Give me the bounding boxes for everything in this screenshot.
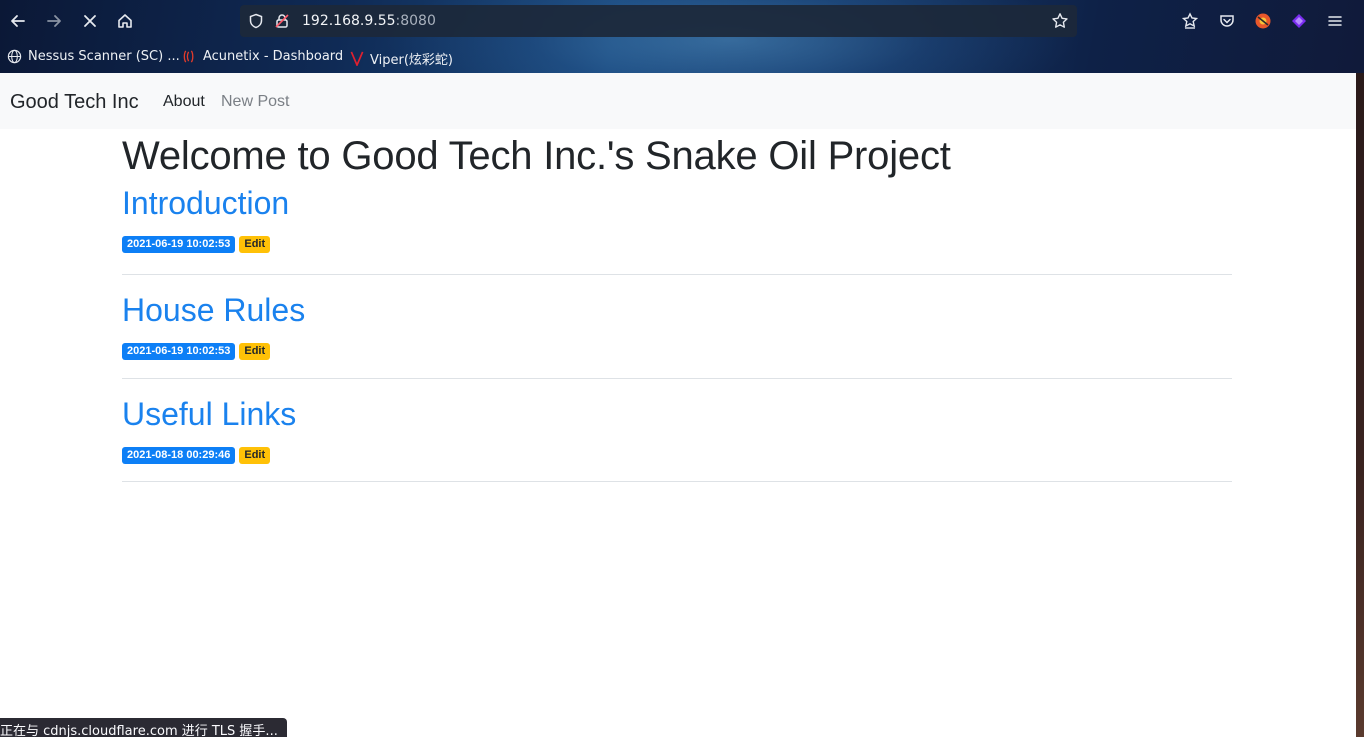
date-badge: 2021-08-18 00:29:46 xyxy=(122,447,236,464)
bookmark-label: Viper(炫彩蛇) xyxy=(370,53,453,68)
menu-icon[interactable] xyxy=(1324,10,1346,32)
bookmark-label: Acunetix - Dashboard xyxy=(203,49,344,64)
edit-badge[interactable]: Edit xyxy=(239,447,271,464)
post-item: Introduction 2021-06-19 10:02:53 Edit xyxy=(122,180,1232,275)
navbar-brand[interactable]: Good Tech Inc xyxy=(10,91,139,114)
post-badges: 2021-06-19 10:02:53 Edit xyxy=(122,343,271,360)
stop-icon[interactable] xyxy=(77,8,103,34)
back-icon[interactable] xyxy=(5,8,31,34)
extension-orange-icon[interactable] xyxy=(1252,10,1274,32)
bookmarks-bar: Nessus Scanner (SC) ... Acunetix - Dashb… xyxy=(0,44,1364,70)
post-title-link[interactable]: Useful Links xyxy=(122,395,296,433)
bookmark-viper[interactable]: Viper(炫彩蛇) xyxy=(350,49,453,68)
nav-link-new-post[interactable]: New Post xyxy=(221,93,289,111)
bookmark-nessus[interactable]: Nessus Scanner (SC) ... xyxy=(7,49,180,64)
extensions-icon[interactable] xyxy=(1179,10,1201,32)
viper-icon xyxy=(350,51,364,66)
edit-badge[interactable]: Edit xyxy=(239,343,271,360)
nav-link-about[interactable]: About xyxy=(163,93,205,111)
main-content: Welcome to Good Tech Inc.'s Snake Oil Pr… xyxy=(122,129,1232,482)
window-edge xyxy=(1356,73,1364,737)
date-badge: 2021-06-19 10:02:53 xyxy=(122,236,236,253)
post-badges: 2021-06-19 10:02:53 Edit xyxy=(122,236,271,253)
post-item: Useful Links 2021-08-18 00:29:46 Edit xyxy=(122,379,1232,482)
edit-badge[interactable]: Edit xyxy=(239,236,271,253)
post-title-link[interactable]: House Rules xyxy=(122,291,305,329)
browser-toolbar: 192.168.9.55:8080 Nessus Scanner (SC) ..… xyxy=(0,0,1364,73)
forward-icon[interactable] xyxy=(41,8,67,34)
site-navbar: Good Tech Inc About New Post xyxy=(0,73,1356,129)
post-badges: 2021-08-18 00:29:46 Edit xyxy=(122,447,271,464)
url-port: :8080 xyxy=(395,13,436,29)
extension-purple-icon[interactable] xyxy=(1288,10,1310,32)
home-icon[interactable] xyxy=(112,8,138,34)
url-text[interactable]: 192.168.9.55:8080 xyxy=(302,13,436,29)
bookmark-star-icon[interactable] xyxy=(1051,12,1069,30)
post-title-link[interactable]: Introduction xyxy=(122,184,289,222)
insecure-lock-icon[interactable] xyxy=(273,12,291,30)
globe-icon xyxy=(7,49,22,64)
acunetix-icon xyxy=(183,50,194,63)
bookmark-acunetix[interactable]: Acunetix - Dashboard xyxy=(182,49,343,64)
pocket-icon[interactable] xyxy=(1216,10,1238,32)
status-bar: 正在与 cdnjs.cloudflare.com 进行 TLS 握手... xyxy=(0,718,287,737)
url-host: 192.168.9.55 xyxy=(302,13,396,29)
date-badge: 2021-06-19 10:02:53 xyxy=(122,343,236,360)
address-bar[interactable]: 192.168.9.55:8080 xyxy=(240,5,1077,37)
page-title: Welcome to Good Tech Inc.'s Snake Oil Pr… xyxy=(122,134,951,178)
shield-icon[interactable] xyxy=(247,12,265,30)
bookmark-label: Nessus Scanner (SC) ... xyxy=(28,49,180,64)
post-item: House Rules 2021-06-19 10:02:53 Edit xyxy=(122,275,1232,379)
